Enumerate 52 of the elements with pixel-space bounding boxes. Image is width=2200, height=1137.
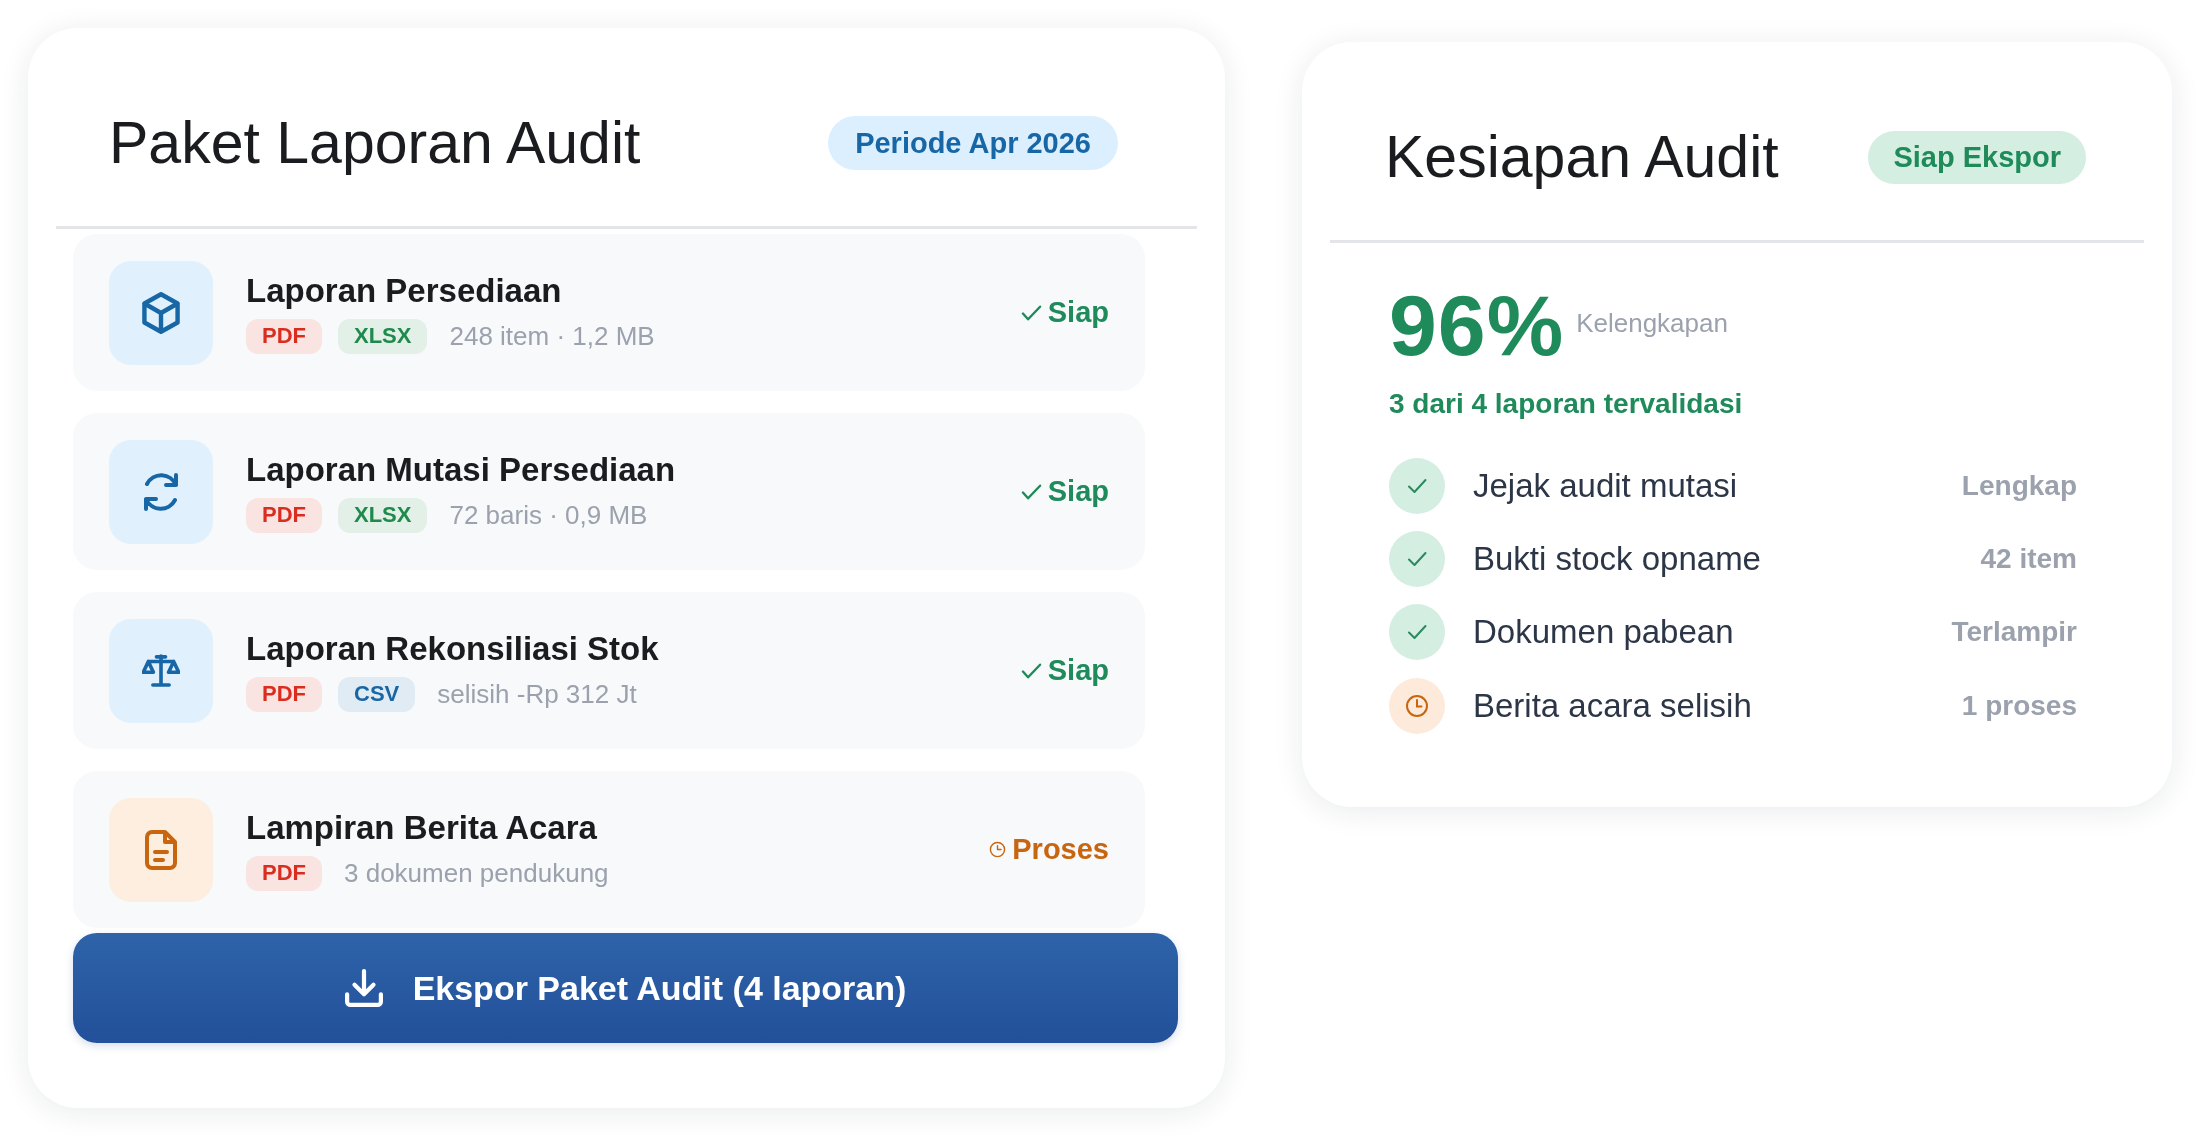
status-label: Siap bbox=[1047, 296, 1109, 329]
checklist-value: Terlampir bbox=[1951, 616, 2077, 649]
status-label: Proses bbox=[1012, 833, 1109, 866]
format-tag: PDF bbox=[246, 497, 322, 533]
checklist-label: Jejak audit mutasi bbox=[1473, 466, 1738, 505]
check-icon bbox=[1389, 531, 1445, 588]
format-tag: PDF bbox=[246, 676, 322, 712]
report-row[interactable]: Laporan Rekonsiliasi Stok PDF CSV selisih -Rp 312 Jt Siap bbox=[73, 592, 1145, 749]
status-label: Siap bbox=[1047, 475, 1109, 508]
format-tag: PDF bbox=[246, 318, 322, 354]
format-tag: XLSX bbox=[338, 318, 428, 354]
export-button[interactable]: Ekspor Paket Audit (4 laporan) bbox=[73, 933, 1178, 1043]
format-tag: XLSX bbox=[338, 497, 428, 533]
checklist-label: Berita acara selisih bbox=[1473, 686, 1752, 725]
check-icon bbox=[1020, 483, 1042, 500]
report-meta: 72 baris · 0,9 MB bbox=[449, 499, 648, 531]
report-title: Laporan Mutasi Persediaan bbox=[246, 450, 676, 490]
card-title: Kesiapan Audit bbox=[1385, 123, 1779, 191]
validation-summary: 3 dari 4 laporan tervalidasi bbox=[1389, 387, 1743, 421]
document-tile-icon bbox=[109, 797, 213, 902]
card-title: Paket Laporan Audit bbox=[109, 109, 641, 177]
report-meta: 248 item · 1,2 MB bbox=[449, 320, 655, 352]
report-row[interactable]: Lampiran Berita Acara PDF 3 dokumen pendukung Proses bbox=[73, 771, 1145, 928]
checklist-label: Bukti stock opname bbox=[1473, 540, 1761, 579]
completeness-label: Kelengkapan bbox=[1576, 308, 1728, 339]
report-row[interactable]: Laporan Persediaan PDF XLSX 248 item · 1,2 MB Siap bbox=[73, 234, 1145, 391]
status-badge: Siap Ekspor bbox=[1868, 130, 2086, 184]
refresh-tile-icon bbox=[109, 439, 213, 544]
clock-icon bbox=[989, 841, 1007, 858]
report-meta: selisih -Rp 312 Jt bbox=[437, 678, 637, 710]
checklist-value: Lengkap bbox=[1961, 469, 2077, 502]
clock-icon bbox=[1389, 677, 1445, 734]
checklist-label: Dokumen pabean bbox=[1473, 613, 1734, 652]
scale-tile-icon bbox=[109, 618, 213, 723]
report-title: Laporan Persediaan bbox=[246, 271, 562, 311]
checklist-value: 42 item bbox=[1980, 543, 2077, 576]
completeness-percent: 96% bbox=[1389, 282, 1565, 368]
format-tag: CSV bbox=[338, 676, 416, 712]
period-badge: Periode Apr 2026 bbox=[828, 116, 1118, 170]
report-meta: 3 dokumen pendukung bbox=[344, 857, 609, 889]
check-icon bbox=[1020, 304, 1042, 321]
check-icon bbox=[1389, 604, 1445, 661]
report-row[interactable]: Laporan Mutasi Persediaan PDF XLSX 72 baris · 0,9 MB Siap bbox=[73, 413, 1145, 570]
format-tag: PDF bbox=[246, 855, 322, 891]
report-title: Laporan Rekonsiliasi Stok bbox=[246, 629, 659, 669]
download-icon bbox=[344, 969, 383, 1007]
checklist-value: 1 proses bbox=[1961, 689, 2077, 722]
report-title: Lampiran Berita Acara bbox=[246, 808, 597, 848]
check-icon bbox=[1020, 662, 1042, 679]
check-icon bbox=[1389, 457, 1445, 514]
status-label: Siap bbox=[1047, 654, 1109, 687]
cube-tile-icon bbox=[109, 260, 213, 365]
